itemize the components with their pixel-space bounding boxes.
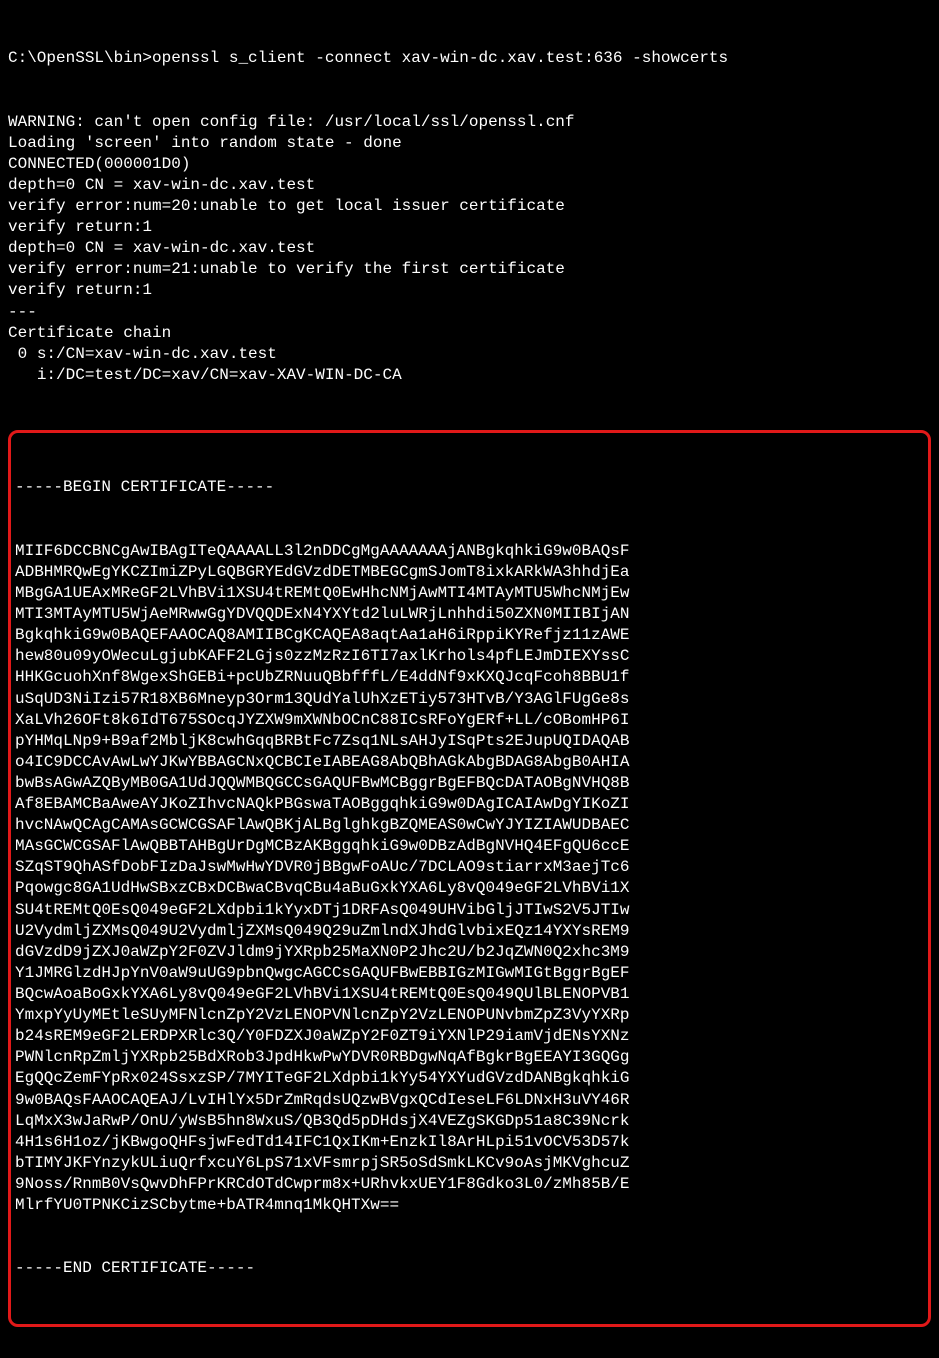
cert-body: MIIF6DCCBNCgAwIBAgITeQAAAALL3l2nDDCgMgAA…: [15, 541, 924, 1217]
cert-line: YmxpYyUyMEtleSUyMFNlcnZpY2VzLENOPVNlcnZp…: [15, 1005, 924, 1026]
cert-line: Af8EBAMCBaAweAYJKoZIhvcNAQkPBGswaTAOBggq…: [15, 794, 924, 815]
output-line: CONNECTED(000001D0): [8, 154, 931, 175]
output-line: depth=0 CN = xav-win-dc.xav.test: [8, 175, 931, 196]
prompt-path: C:\OpenSSL\bin>: [8, 49, 152, 67]
cert-line: hew80u09yOWecuLgjubKAFF2LGjs0zzMzRzI6TI7…: [15, 646, 924, 667]
output-line: 0 s:/CN=xav-win-dc.xav.test: [8, 344, 931, 365]
cert-line: EgQQcZemFYpRx024SsxzSP/7MYITeGF2LXdpbi1k…: [15, 1068, 924, 1089]
terminal-output: C:\OpenSSL\bin>openssl s_client -connect…: [0, 0, 939, 1358]
output-line: verify return:1: [8, 217, 931, 238]
output-line: Certificate chain: [8, 323, 931, 344]
cert-line: MBgGA1UEAxMReGF2LVhBVi1XSU4tREMtQ0EwHhcN…: [15, 583, 924, 604]
command-text: openssl s_client -connect xav-win-dc.xav…: [152, 49, 728, 67]
output-line: ---: [8, 302, 931, 323]
cert-line: MAsGCWCGSAFlAwQBBTAHBgUrDgMCBzAKBggqhkiG…: [15, 836, 924, 857]
output-line: i:/DC=test/DC=xav/CN=xav-XAV-WIN-DC-CA: [8, 365, 931, 386]
cert-line: bTIMYJKFYnzykULiuQrfxcuY6LpS71xVFsmrpjSR…: [15, 1153, 924, 1174]
cert-line: 9Noss/RnmB0VsQwvDhFPrKRCdOTdCwprm8x+URhv…: [15, 1174, 924, 1195]
output-line: verify error:num=20:unable to get local …: [8, 196, 931, 217]
cert-line: 9w0BAQsFAAOCAQEAJ/LvIHlYx5DrZmRqdsUQzwBV…: [15, 1090, 924, 1111]
preamble-block: WARNING: can't open config file: /usr/lo…: [8, 112, 931, 386]
cert-line: bwBsAGwAZQByMB0GA1UdJQQWMBQGCCsGAQUFBwMC…: [15, 773, 924, 794]
cert-line: hvcNAwQCAgCAMAsGCWCGSAFlAwQBKjALBglghkgB…: [15, 815, 924, 836]
cert-line: pYHMqLNp9+B9af2MbljK8cwhGqqBRBtFc7Zsq1NL…: [15, 731, 924, 752]
cert-line: o4IC9DCCAvAwLwYJKwYBBAGCNxQCBCIeIABEAG8A…: [15, 752, 924, 773]
output-line: WARNING: can't open config file: /usr/lo…: [8, 112, 931, 133]
cert-line: HHKGcuohXnf8WgexShGEBi+pcUbZRNuuQBbfffL/…: [15, 667, 924, 688]
cert-line: LqMxX3wJaRwP/OnU/yWsB5hn8WxuS/QB3Qd5pDHd…: [15, 1111, 924, 1132]
output-line: depth=0 CN = xav-win-dc.xav.test: [8, 238, 931, 259]
cert-line: MIIF6DCCBNCgAwIBAgITeQAAAALL3l2nDDCgMgAA…: [15, 541, 924, 562]
cert-line: uSqUD3NiIzi57R18XB6Mneyp3Orm13QUdYalUhXz…: [15, 689, 924, 710]
cert-line: b24sREM9eGF2LERDPXRlc3Q/Y0FDZXJ0aWZpY2F0…: [15, 1026, 924, 1047]
cert-line: Pqowgc8GA1UdHwSBxzCBxDCBwaCBvqCBu4aBuGxk…: [15, 878, 924, 899]
cert-line: SZqST9QhASfDobFIzDaJswMwHwYDVR0jBBgwFoAU…: [15, 857, 924, 878]
cert-line: BQcwAoaBoGxkYXA6Ly8vQ049eGF2LVhBVi1XSU4t…: [15, 984, 924, 1005]
cert-line: ADBHMRQwEgYKCZImiZPyLGQBGRYEdGVzdDETMBEG…: [15, 562, 924, 583]
cert-line: BgkqhkiG9w0BAQEFAAOCAQ8AMIIBCgKCAQEA8aqt…: [15, 625, 924, 646]
cert-line: XaLVh26OFt8k6IdT675SOcqJYZXW9mXWNbOCnC88…: [15, 710, 924, 731]
output-line: Loading 'screen' into random state - don…: [8, 133, 931, 154]
cert-line: SU4tREMtQ0EsQ049eGF2LXdpbi1kYyxDTj1DRFAs…: [15, 900, 924, 921]
output-line: verify return:1: [8, 280, 931, 301]
cert-line: 4H1s6H1oz/jKBwgoQHFsjwFedTd14IFC1QxIKm+E…: [15, 1132, 924, 1153]
cert-line: MTI3MTAyMTU5WjAeMRwwGgYDVQQDExN4YXYtd2lu…: [15, 604, 924, 625]
cert-line: MlrfYU0TPNKCizSCbytme+bATR4mnq1MkQHTXw==: [15, 1195, 924, 1216]
output-line: verify error:num=21:unable to verify the…: [8, 259, 931, 280]
cert-line: U2VydmljZXMsQ049U2VydmljZXMsQ049Q29uZmln…: [15, 921, 924, 942]
cert-line: PWNlcnRpZmljYXRpb25BdXRob3JpdHkwPwYDVR0R…: [15, 1047, 924, 1068]
cert-end-marker: -----END CERTIFICATE-----: [15, 1258, 924, 1279]
prompt-line: C:\OpenSSL\bin>openssl s_client -connect…: [8, 48, 931, 69]
cert-line: dGVzdD9jZXJ0aWZpY2F0ZVJldm9jYXRpb25MaXN0…: [15, 942, 924, 963]
cert-begin-marker: -----BEGIN CERTIFICATE-----: [15, 477, 924, 498]
cert-line: Y1JMRGlzdHJpYnV0aW9uUG9pbnQwgcAGCCsGAQUF…: [15, 963, 924, 984]
certificate-block: -----BEGIN CERTIFICATE----- MIIF6DCCBNCg…: [8, 430, 931, 1327]
